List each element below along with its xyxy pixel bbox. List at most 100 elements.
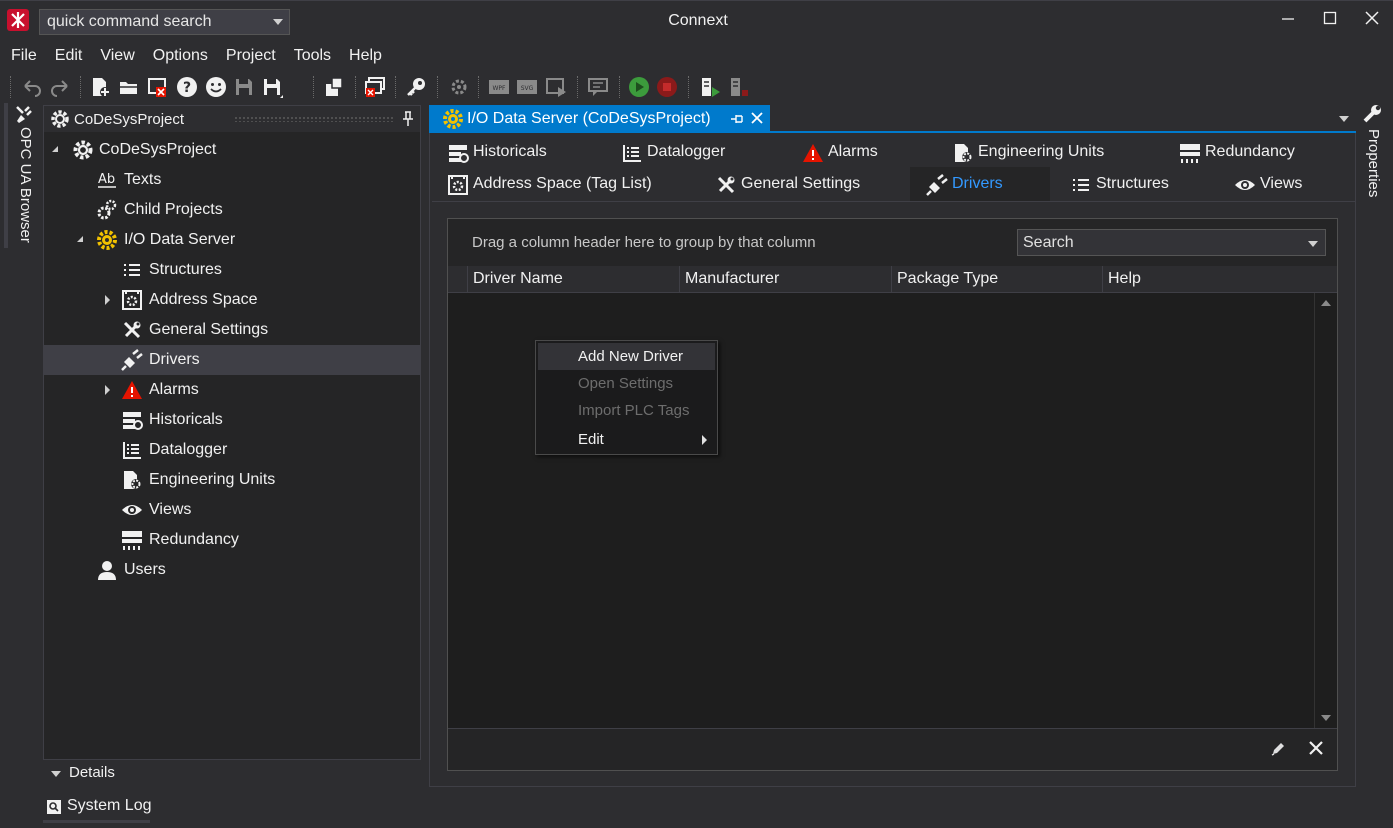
feedback-smiley-icon[interactable] bbox=[205, 76, 227, 98]
eye-icon bbox=[1234, 174, 1256, 196]
close-window-button[interactable] bbox=[1355, 4, 1389, 32]
undo-icon[interactable] bbox=[21, 76, 43, 98]
column-manufacturer[interactable]: Manufacturer bbox=[679, 266, 891, 292]
svg-icon[interactable]: SVG bbox=[516, 76, 538, 98]
tree-item-codesysproject[interactable]: CoDeSysProject bbox=[44, 135, 420, 165]
scroll-up-icon[interactable] bbox=[1321, 300, 1331, 306]
run-view-icon[interactable] bbox=[545, 76, 567, 98]
group-by-panel[interactable]: Drag a column header here to group by th… bbox=[448, 219, 1337, 266]
menu-tools[interactable]: Tools bbox=[283, 44, 338, 70]
stop-server-icon[interactable] bbox=[728, 76, 750, 98]
tree-item-structures[interactable]: Structures bbox=[44, 255, 420, 285]
menu-item-label: Add New Driver bbox=[578, 348, 684, 365]
pin-icon[interactable] bbox=[401, 111, 415, 127]
menu-help[interactable]: Help bbox=[338, 44, 389, 70]
start-server-icon[interactable] bbox=[699, 76, 721, 98]
collapse-arrow-icon[interactable] bbox=[77, 236, 83, 242]
maximize-button[interactable] bbox=[1313, 4, 1347, 32]
tab-drivers[interactable]: Drivers bbox=[910, 167, 1050, 202]
historicals-icon bbox=[447, 142, 469, 164]
tab-datalogger[interactable]: Datalogger bbox=[621, 137, 771, 167]
tab-address-space[interactable]: Address Space (Tag List) bbox=[447, 169, 677, 199]
help-icon[interactable]: ? bbox=[176, 76, 198, 98]
open-folder-icon[interactable] bbox=[118, 76, 140, 98]
save-icon[interactable] bbox=[233, 76, 255, 98]
tree-item-child-projects[interactable]: Child Projects bbox=[44, 195, 420, 225]
menu-file[interactable]: File bbox=[0, 44, 44, 70]
toolbar-grip[interactable] bbox=[10, 76, 11, 98]
tree-item-views[interactable]: Views bbox=[44, 495, 420, 525]
column-driver-name[interactable]: Driver Name bbox=[467, 266, 679, 292]
tab-alarms[interactable]: Alarms bbox=[802, 137, 922, 167]
grid-search-box[interactable]: Search bbox=[1017, 229, 1326, 256]
wpf-icon[interactable]: WPF bbox=[488, 76, 510, 98]
menu-item-edit[interactable]: Edit bbox=[538, 426, 715, 453]
details-expander[interactable]: Details bbox=[43, 762, 421, 784]
scroll-down-icon[interactable] bbox=[1321, 715, 1331, 721]
tree-item-general-settings[interactable]: General Settings bbox=[44, 315, 420, 345]
message-icon[interactable] bbox=[587, 76, 609, 98]
tab-general-settings[interactable]: General Settings bbox=[715, 169, 885, 199]
tree-item-engineering-units[interactable]: Engineering Units bbox=[44, 465, 420, 495]
menu-item-add-new-driver[interactable]: Add New Driver bbox=[538, 343, 715, 370]
menu-view[interactable]: View bbox=[89, 44, 141, 70]
menu-item-label: Import PLC Tags bbox=[578, 402, 690, 419]
column-help[interactable]: Help bbox=[1102, 266, 1314, 292]
settings-gears-icon[interactable] bbox=[447, 76, 469, 98]
column-package-type[interactable]: Package Type bbox=[891, 266, 1102, 292]
minimize-button[interactable] bbox=[1271, 4, 1305, 32]
system-log-tab[interactable]: System Log bbox=[43, 794, 163, 820]
toolbar-separator bbox=[577, 76, 578, 98]
tab-views[interactable]: Views bbox=[1234, 169, 1334, 199]
deploy-icon[interactable] bbox=[323, 76, 345, 98]
tab-structures[interactable]: Structures bbox=[1070, 169, 1200, 199]
chevron-down-icon[interactable] bbox=[1308, 241, 1318, 247]
tab-redundancy[interactable]: Redundancy bbox=[1179, 137, 1339, 167]
menu-edit[interactable]: Edit bbox=[44, 44, 90, 70]
tree-item-drivers[interactable]: Drivers bbox=[44, 345, 420, 375]
document-list-dropdown-icon[interactable] bbox=[1339, 116, 1349, 122]
column-header-label: Help bbox=[1108, 270, 1141, 287]
menu-options[interactable]: Options bbox=[142, 44, 215, 70]
edit-pencil-icon[interactable] bbox=[1270, 741, 1286, 757]
close-tab-icon[interactable] bbox=[750, 111, 764, 125]
grid-footer bbox=[448, 728, 1337, 770]
quick-command-search[interactable]: quick command search bbox=[39, 9, 290, 35]
tree-item-address-space[interactable]: Address Space bbox=[44, 285, 420, 315]
save-as-icon[interactable] bbox=[261, 76, 283, 98]
start-runtime-icon[interactable] bbox=[628, 76, 650, 98]
toolbar: ? WPF SVG bbox=[0, 72, 1393, 102]
redo-icon[interactable] bbox=[49, 76, 71, 98]
new-project-icon[interactable] bbox=[89, 76, 111, 98]
tree-item-redundancy[interactable]: Redundancy bbox=[44, 525, 420, 555]
vertical-scrollbar[interactable] bbox=[1314, 293, 1337, 728]
delete-x-icon[interactable] bbox=[1308, 740, 1324, 756]
panel-grip[interactable] bbox=[234, 116, 394, 122]
menu-project[interactable]: Project bbox=[215, 44, 283, 70]
tree-item-label: Historicals bbox=[149, 411, 223, 428]
document-tab-io-data-server[interactable]: I/O Data Server (CoDeSysProject) bbox=[429, 105, 770, 132]
tab-engineering-units[interactable]: Engineering Units bbox=[952, 137, 1152, 167]
close-project-icon[interactable] bbox=[146, 76, 168, 98]
expand-arrow-icon[interactable] bbox=[105, 385, 110, 395]
tab-historicals[interactable]: Historicals bbox=[447, 137, 597, 167]
tree-item-historicals[interactable]: Historicals bbox=[44, 405, 420, 435]
stop-runtime-icon[interactable] bbox=[656, 76, 678, 98]
tab-label: Structures bbox=[1096, 175, 1169, 192]
tree-item-io-data-server[interactable]: I/O Data Server bbox=[44, 225, 420, 255]
opc-ua-browser-tab[interactable]: OPC UA Browser bbox=[10, 103, 38, 263]
tree-item-alarms[interactable]: Alarms bbox=[44, 375, 420, 405]
chevron-down-icon[interactable] bbox=[273, 19, 283, 25]
tree-item-datalogger[interactable]: Datalogger bbox=[44, 435, 420, 465]
pin-tab-icon[interactable] bbox=[730, 112, 744, 126]
tree-item-users[interactable]: Users bbox=[44, 555, 420, 585]
datalogger-icon bbox=[621, 142, 643, 164]
properties-tab[interactable]: Properties bbox=[1358, 103, 1388, 213]
close-all-windows-icon[interactable] bbox=[364, 76, 386, 98]
collapse-arrow-icon[interactable] bbox=[52, 146, 58, 152]
connext-logo-icon[interactable] bbox=[7, 9, 29, 31]
key-icon[interactable] bbox=[405, 76, 427, 98]
tree-item-texts[interactable]: Ab Texts bbox=[44, 165, 420, 195]
tab-label: Drivers bbox=[952, 175, 1003, 192]
expand-arrow-icon[interactable] bbox=[105, 295, 110, 305]
